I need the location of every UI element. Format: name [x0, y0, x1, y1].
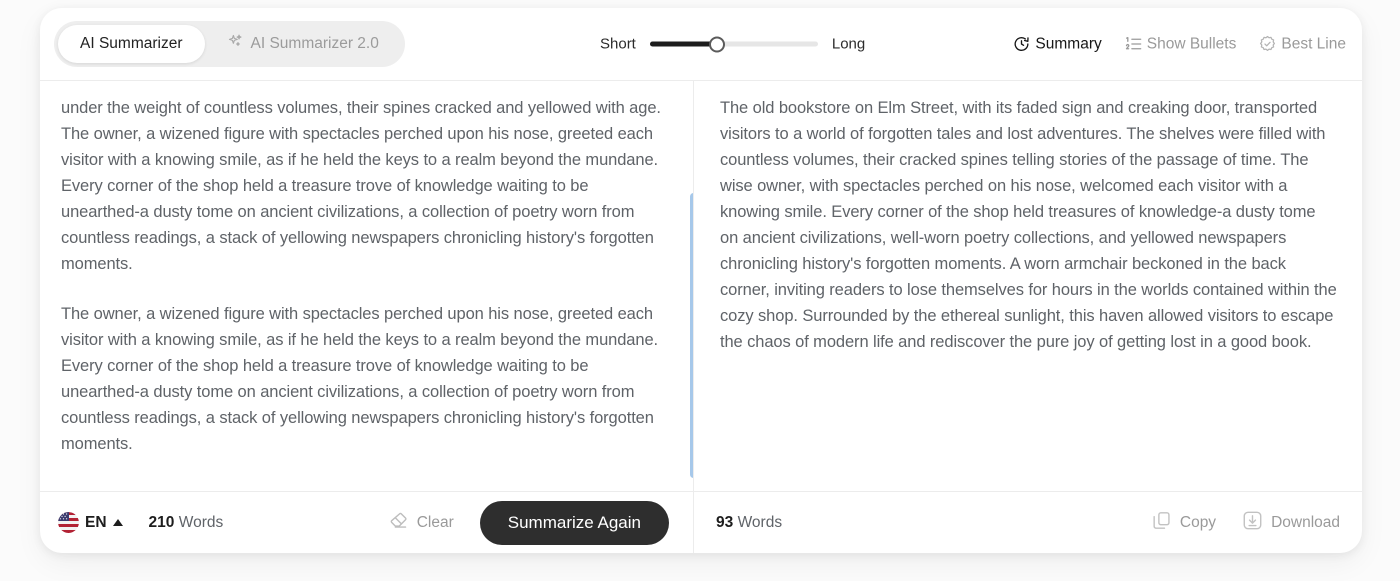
sparkles-icon: [227, 33, 244, 55]
slider-min-label: Short: [600, 35, 636, 53]
language-selector[interactable]: EN: [58, 512, 123, 533]
source-pane: under the weight of countless volumes, t…: [40, 81, 694, 553]
mode-tab-group: AI Summarizer AI Summarizer 2.0: [54, 21, 405, 67]
chevron-up-icon: [112, 519, 123, 526]
summary-word-count-label: Words: [737, 513, 783, 531]
copy-button-label: Copy: [1179, 513, 1217, 531]
download-icon: [1242, 510, 1263, 536]
source-paragraph: under the weight of countless volumes, t…: [61, 99, 661, 273]
summary-button[interactable]: Summary: [1012, 35, 1102, 54]
source-paragraph: The owner, a wizened figure with spectac…: [61, 305, 659, 453]
top-toolbar: AI Summarizer AI Summarizer 2.0 Short Lo…: [40, 8, 1362, 80]
source-scrollbar-thumb[interactable]: [690, 193, 693, 478]
length-slider-thumb[interactable]: [709, 36, 726, 52]
language-code: EN: [85, 513, 107, 531]
length-slider-fill: [649, 41, 718, 47]
summary-actions: Copy Download: [1151, 510, 1344, 536]
show-bullets-button[interactable]: Show Bullets: [1124, 35, 1237, 54]
download-button-label: Download: [1271, 513, 1340, 531]
tab-ai-summarizer-label: AI Summarizer: [80, 35, 183, 52]
source-word-count-number: 210: [148, 513, 175, 531]
show-bullets-button-label: Show Bullets: [1146, 35, 1237, 52]
summary-word-count-number: 93: [716, 513, 734, 531]
download-button[interactable]: Download: [1242, 510, 1340, 536]
summary-footer: 93 Words Copy Download: [694, 491, 1362, 553]
summary-pane: The old bookstore on Elm Street, with it…: [694, 81, 1362, 553]
us-flag-icon: [58, 512, 79, 533]
summary-paragraph: The old bookstore on Elm Street, with it…: [720, 99, 1337, 351]
slider-max-label: Long: [831, 35, 866, 53]
length-slider-group: Short Long: [600, 36, 865, 53]
summarize-again-button[interactable]: Summarize Again: [479, 500, 669, 545]
summary-word-count: 93 Words: [716, 514, 782, 532]
toolbar-actions: Summary Show Bullets Best Line: [1012, 35, 1346, 54]
source-footer: EN 210 Words Clear Summarize Again: [40, 491, 693, 553]
best-line-button-label: Best Line: [1281, 35, 1346, 52]
source-word-count-label: Words: [178, 513, 224, 531]
clear-button[interactable]: Clear: [388, 510, 454, 536]
tab-ai-summarizer[interactable]: AI Summarizer: [58, 25, 205, 63]
length-slider[interactable]: [649, 36, 818, 52]
editor-panes: under the weight of countless volumes, t…: [40, 80, 1362, 553]
history-clock-icon: [1012, 35, 1031, 54]
best-line-button[interactable]: Best Line: [1258, 35, 1346, 54]
tab-ai-summarizer-20-label: AI Summarizer 2.0: [250, 35, 379, 52]
copy-button[interactable]: Copy: [1151, 510, 1216, 536]
summarizer-card: AI Summarizer AI Summarizer 2.0 Short Lo…: [40, 8, 1362, 553]
app-screen: AI Summarizer AI Summarizer 2.0 Short Lo…: [0, 0, 1400, 581]
source-text-area[interactable]: under the weight of countless volumes, t…: [40, 81, 693, 491]
summary-button-label: Summary: [1035, 35, 1102, 52]
tab-ai-summarizer-20[interactable]: AI Summarizer 2.0: [205, 25, 401, 63]
badge-check-icon: [1258, 35, 1277, 54]
numbered-list-icon: [1124, 35, 1143, 54]
clear-button-label: Clear: [416, 513, 454, 531]
copy-icon: [1151, 510, 1172, 536]
eraser-icon: [388, 510, 409, 536]
source-scrollbar[interactable]: [690, 81, 693, 491]
source-word-count: 210 Words: [149, 514, 224, 532]
summary-text-area[interactable]: The old bookstore on Elm Street, with it…: [694, 81, 1362, 491]
